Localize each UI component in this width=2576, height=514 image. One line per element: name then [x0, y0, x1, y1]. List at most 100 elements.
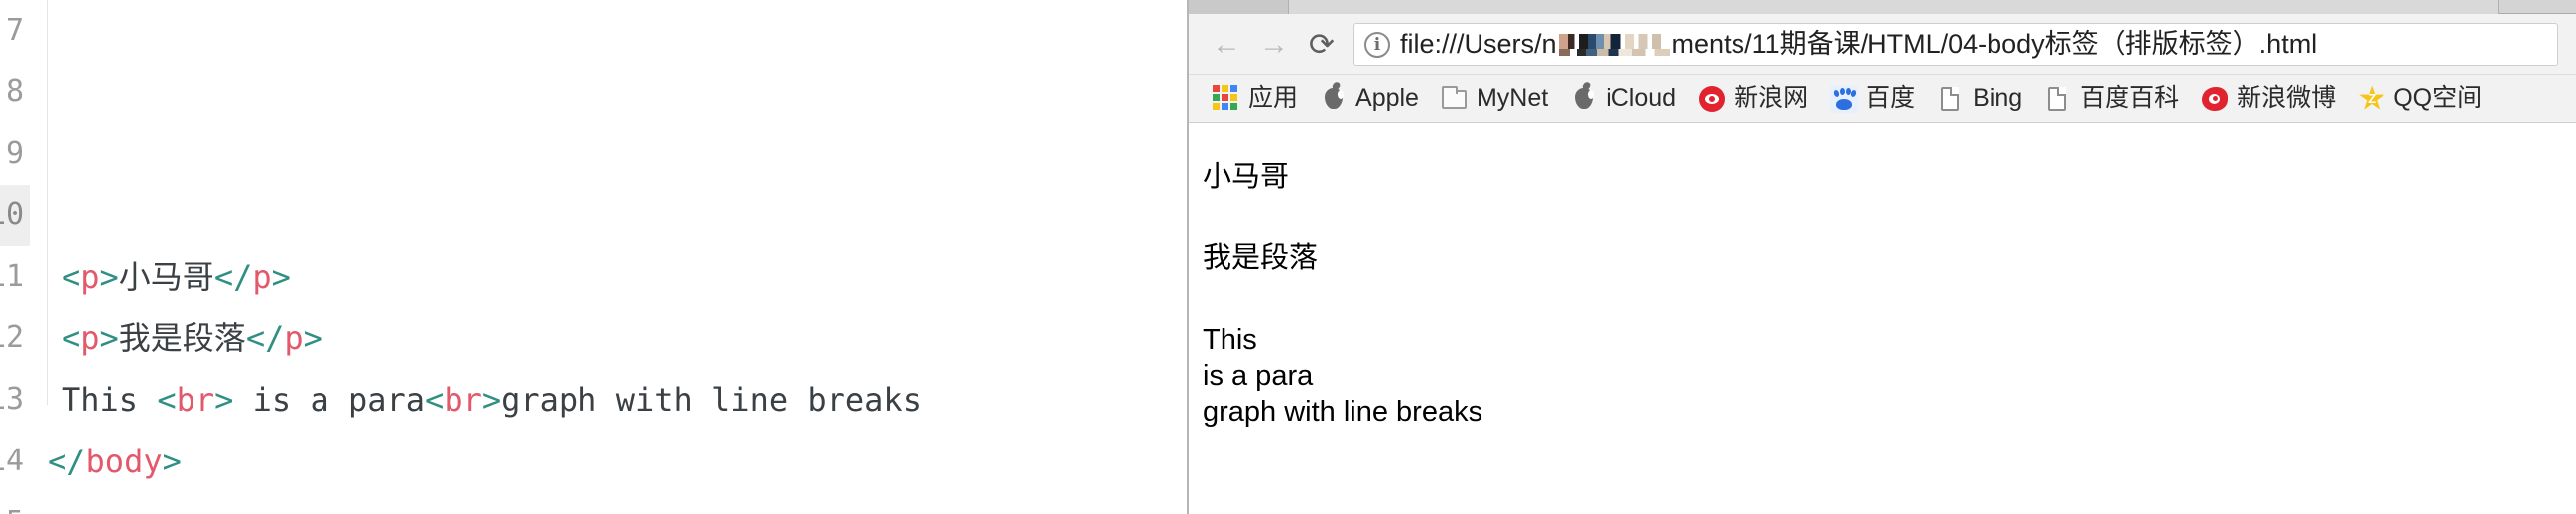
code-token-tag: body [85, 443, 163, 480]
document-icon [1937, 85, 1965, 113]
editor-code-line[interactable] [48, 0, 1187, 62]
back-button[interactable]: ← [1203, 21, 1250, 68]
bookmark-label: Apple [1355, 84, 1419, 112]
bookmark-label: iCloud [1606, 84, 1677, 112]
reload-icon: ⟳ [1309, 27, 1335, 62]
editor-line-number: 9 [5, 136, 24, 171]
rendered-paragraph-2: 我是段落 [1203, 242, 1319, 275]
code-token-punc: </ [213, 258, 253, 296]
code-token-tag: p [284, 320, 304, 357]
baidu-paw-icon [1830, 84, 1859, 113]
code-token-punc: > [481, 381, 502, 419]
weibo-icon [2201, 85, 2229, 113]
page-viewport: 小马哥 我是段落 This is a para graph with line … [1189, 123, 2576, 514]
browser-window: ← → ⟳ i file:///Users/n ments/11期备课/HTML… [1187, 0, 2576, 514]
editor-code-line[interactable]: <p>我是段落</p> [48, 308, 1187, 369]
editor-line-number: 8 [5, 74, 24, 109]
editor-code-line[interactable]: <p>小马哥</p> [48, 246, 1187, 308]
code-token-text: is a para [233, 381, 426, 419]
url-prefix-text: file:///Users/n [1400, 29, 1557, 59]
code-token-tag: p [252, 258, 272, 296]
browser-toolbar: ← → ⟳ i file:///Users/n ments/11期备课/HTML… [1189, 14, 2576, 75]
editor-code-line[interactable] [48, 492, 1187, 514]
editor-line-number: 7 [5, 13, 24, 48]
editor-code-line[interactable]: </body> [48, 431, 1187, 492]
apps-grid-icon [1213, 84, 1240, 113]
bookmark-item[interactable]: 百度百科 [2034, 79, 2189, 119]
bookmarks-bar[interactable]: 应用 Apple MyNet iCloud 新浪网 百度 Bing 百度百科 新浪微博 QQ空间 [1189, 75, 2576, 123]
page-info-icon[interactable]: i [1364, 31, 1390, 58]
url-suffix-text: ments/11期备课/HTML/04-body标签（排版标签）.html [1671, 29, 2318, 59]
bookmark-label: 百度百科 [2080, 84, 2180, 112]
screenshot-root: 789101112131415 <p>小马哥</p><p>我是段落</p>Thi… [0, 0, 2576, 514]
sina-icon [1698, 85, 1726, 113]
bookmark-label: 新浪网 [1734, 84, 1809, 112]
rendered-paragraph-3: This is a para graph with line breaks [1203, 322, 2576, 431]
code-token-punc: < [425, 381, 445, 419]
bookmark-item[interactable]: 新浪微博 [2191, 79, 2346, 119]
rendered-paragraph-3-line-3: graph with line breaks [1203, 396, 1483, 428]
bookmark-item[interactable]: MyNet [1431, 79, 1558, 119]
code-token-punc: > [271, 258, 291, 296]
bookmark-label: QQ空间 [2393, 84, 2483, 112]
rendered-paragraph-3-line-2: is a para [1203, 359, 1314, 392]
forward-button[interactable]: → [1250, 21, 1298, 68]
bookmark-label: 新浪微博 [2237, 84, 2337, 112]
back-arrow-icon: ← [1212, 27, 1241, 61]
code-token-tag: p [80, 258, 100, 296]
bookmark-label: MyNet [1476, 84, 1549, 112]
bookmark-item[interactable]: QQ空间 [2348, 79, 2492, 119]
rendered-paragraph-1: 小马哥 [1203, 161, 1290, 193]
code-token-punc: > [162, 443, 182, 480]
editor-code-area[interactable]: <p>小马哥</p> <p>我是段落</p> This <br> is a para… [48, 0, 1187, 514]
document-icon [2044, 85, 2072, 113]
code-token-tag: br [176, 381, 215, 419]
code-token-text: 我是段落 [118, 320, 246, 357]
bookmark-item[interactable]: Bing [1927, 79, 2032, 119]
editor-code-line[interactable] [48, 62, 1187, 123]
code-token-punc: > [214, 381, 234, 419]
editor-code-line[interactable] [48, 185, 1187, 246]
bookmark-label: Bing [1973, 84, 2023, 112]
code-token-text: This [62, 381, 158, 419]
code-token-text: graph with line breaks [501, 381, 922, 419]
editor-line-number: 12 [0, 321, 25, 355]
bookmark-label: 应用 [1248, 84, 1299, 112]
folder-icon [1441, 85, 1469, 113]
editor-line-number: 11 [0, 259, 25, 294]
bookmark-item[interactable]: 新浪网 [1688, 79, 1818, 119]
editor-line-number: 14 [0, 444, 25, 478]
code-token-tag: p [80, 320, 100, 357]
reload-button[interactable]: ⟳ [1298, 21, 1346, 68]
code-token-text: 小马哥 [118, 258, 214, 296]
forward-arrow-icon: → [1259, 27, 1289, 61]
code-token-punc: < [157, 381, 177, 419]
code-token-punc: > [99, 258, 119, 296]
address-bar[interactable]: i file:///Users/n ments/11期备课/HTML/04-bo… [1353, 22, 2558, 66]
editor-line-number-gutter: 7 8 9 10 11 12 13 14 15 [0, 0, 30, 514]
rendered-paragraph-3-line-1: This [1203, 323, 1257, 356]
editor-line-number: 13 [0, 382, 25, 417]
editor-line-number: 15 [0, 492, 30, 514]
code-token-punc: < [62, 320, 81, 357]
apple-logo-icon [1570, 85, 1598, 113]
browser-tab-inactive[interactable] [1189, 0, 1288, 14]
code-token-punc: </ [48, 443, 86, 480]
apple-logo-icon [1320, 85, 1348, 113]
editor-code-line[interactable] [48, 123, 1187, 185]
code-token-punc: > [99, 320, 119, 357]
editor-code-line[interactable]: This <br> is a para<br>graph with line b… [48, 369, 1187, 431]
code-editor[interactable]: 789101112131415 <p>小马哥</p><p>我是段落</p>Thi… [0, 0, 1187, 514]
code-token-punc: > [303, 320, 322, 357]
browser-tab-strip[interactable] [1189, 0, 2576, 14]
bookmark-item[interactable]: 应用 [1203, 79, 1308, 119]
code-token-punc: </ [245, 320, 285, 357]
code-token-punc: < [62, 258, 81, 296]
browser-tab-active[interactable] [1288, 0, 2499, 14]
url-redacted-mask [1558, 33, 1670, 56]
bookmark-item[interactable]: Apple [1310, 79, 1429, 119]
qq-star-icon [2358, 85, 2385, 113]
bookmark-item[interactable]: iCloud [1560, 79, 1686, 119]
bookmark-item[interactable]: 百度 [1820, 79, 1925, 119]
bookmark-label: 百度 [1866, 84, 1916, 112]
